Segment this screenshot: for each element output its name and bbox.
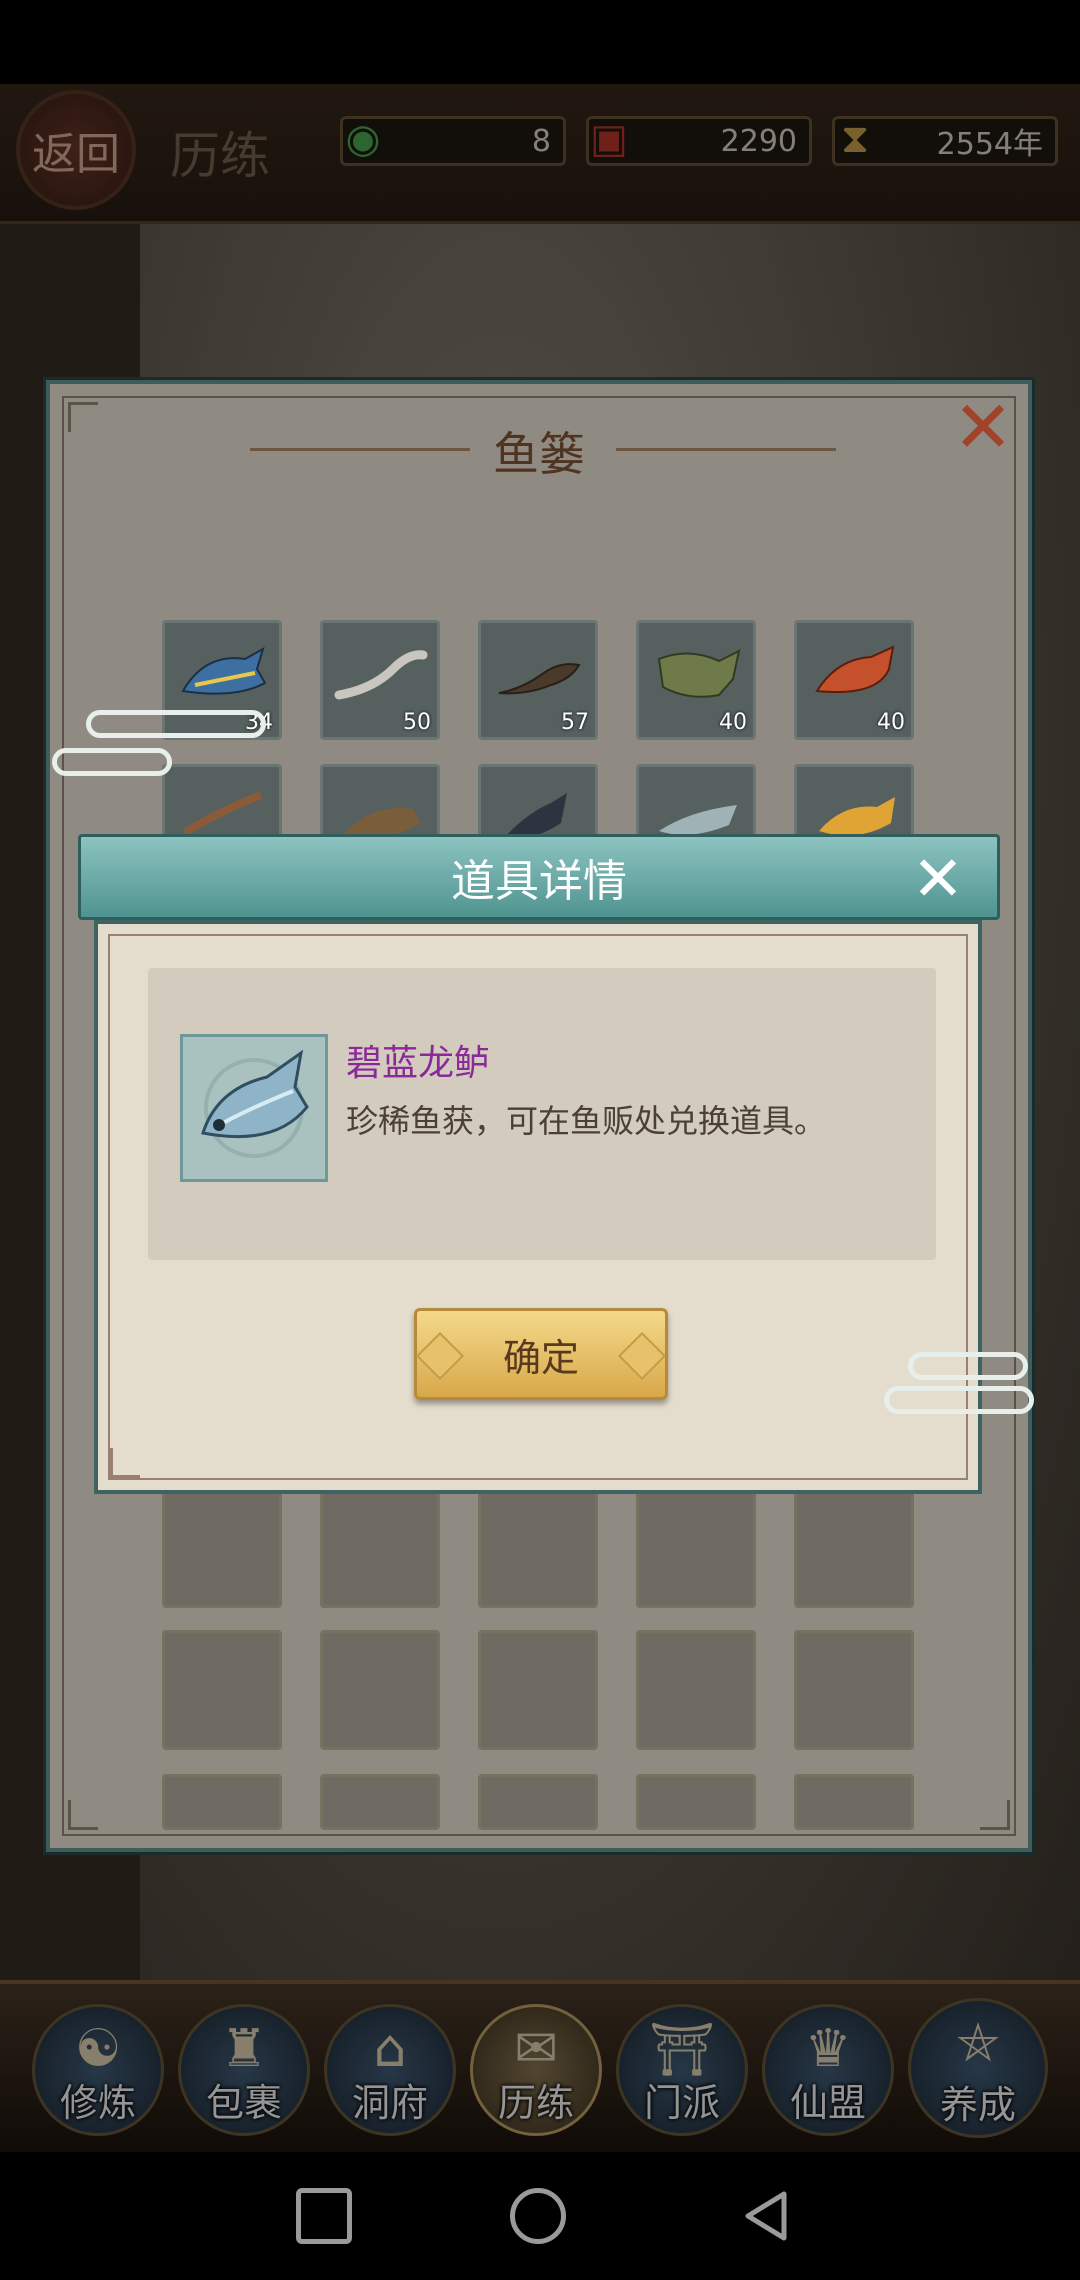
- empty-slot[interactable]: [478, 1630, 598, 1750]
- close-icon[interactable]: ✕: [905, 842, 971, 915]
- empty-slot[interactable]: [636, 1774, 756, 1830]
- red-fish-icon: [815, 645, 895, 694]
- empty-slot[interactable]: [320, 1488, 440, 1608]
- cloud-ornament: [884, 1386, 1034, 1414]
- bass-fish-icon: [657, 649, 741, 698]
- empty-slot[interactable]: [162, 1774, 282, 1830]
- game-screen: 返回 历练 ◉ 8 ▣ 2290 ⧗ 2554年 ☯ 修炼 ♜ 包裹 ⌂ 洞府 …: [0, 84, 1080, 2152]
- corner-ornament: [110, 1448, 140, 1478]
- empty-slot[interactable]: [794, 1630, 914, 1750]
- android-nav-bar: [0, 2152, 1080, 2280]
- cloud-ornament: [908, 1352, 1028, 1380]
- empty-slot[interactable]: [636, 1630, 756, 1750]
- item-description: 珍稀鱼获，可在鱼贩处兑换道具。: [346, 1102, 827, 1140]
- fish-slot[interactable]: 40: [794, 620, 914, 740]
- empty-slot[interactable]: [320, 1630, 440, 1750]
- empty-slot[interactable]: [162, 1630, 282, 1750]
- empty-slot[interactable]: [794, 1774, 914, 1830]
- eel-fish-icon: [334, 650, 428, 700]
- item-info-box: 碧蓝龙鲈 珍稀鱼获，可在鱼贩处兑换道具。: [148, 968, 936, 1260]
- diamond-ornament-icon: [415, 1331, 465, 1381]
- status-bar: [0, 0, 1080, 84]
- fish-slot[interactable]: 57: [478, 620, 598, 740]
- tuna-fish-icon: [181, 646, 267, 695]
- cloud-ornament: [52, 748, 172, 776]
- cloud-ornament: [86, 710, 266, 738]
- home-icon[interactable]: [510, 2188, 566, 2244]
- item-icon-frame: [180, 1034, 328, 1182]
- empty-slot[interactable]: [636, 1488, 756, 1608]
- empty-slot[interactable]: [794, 1488, 914, 1608]
- item-name: 碧蓝龙鲈: [346, 1043, 491, 1084]
- recent-apps-icon[interactable]: [296, 2188, 352, 2244]
- diamond-ornament-icon: [617, 1331, 667, 1381]
- salamander-icon: [498, 663, 581, 695]
- empty-slot[interactable]: [162, 1488, 282, 1608]
- dialog-title: 道具详情: [451, 856, 627, 907]
- close-icon[interactable]: ✕: [948, 385, 1018, 469]
- item-detail-dialog: 碧蓝龙鲈 珍稀鱼获，可在鱼贩处兑换道具。 确定: [94, 920, 982, 1494]
- dialog-header: 道具详情 ✕: [78, 834, 1000, 920]
- empty-slot[interactable]: [478, 1774, 598, 1830]
- fish-slot[interactable]: 50: [320, 620, 440, 740]
- blue-perch-fish-icon: [201, 1049, 309, 1158]
- empty-slot[interactable]: [478, 1488, 598, 1608]
- basket-title: 鱼篓: [493, 427, 585, 481]
- corner-ornament: [980, 1800, 1010, 1830]
- empty-slot[interactable]: [320, 1774, 440, 1830]
- corner-ornament: [68, 1800, 98, 1830]
- back-icon[interactable]: [736, 2186, 796, 2246]
- confirm-button[interactable]: 确定: [414, 1308, 668, 1400]
- fish-slot[interactable]: 40: [636, 620, 756, 740]
